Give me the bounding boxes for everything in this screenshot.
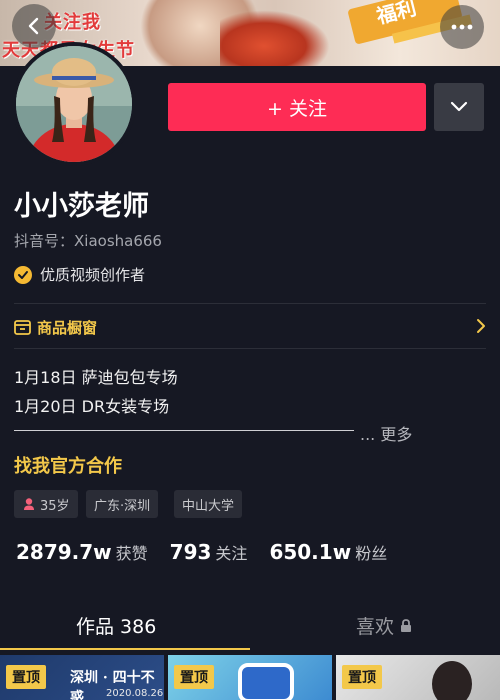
video-date: 2020.08.26 [106, 688, 164, 699]
official-cooperation-link[interactable]: 找我官方合作 [14, 452, 122, 478]
pinned-badge: 置顶 [174, 665, 214, 689]
chevron-left-icon [28, 17, 39, 35]
chevron-right-icon [477, 319, 485, 333]
tag-age: 35岁 [14, 490, 78, 518]
following-label[interactable]: 关注 [215, 540, 247, 564]
tab-likes-label: 喜欢 [356, 616, 395, 638]
shop-window-row[interactable]: 商品橱窗 [14, 316, 488, 338]
tag-school: 中山大学 [174, 490, 243, 518]
tag-location-label: 广东·深圳 [94, 498, 151, 514]
bio-separator-line [14, 430, 354, 431]
tag-age-label: 35岁 [40, 498, 70, 514]
followers-label[interactable]: 粉丝 [355, 540, 387, 564]
tab-likes[interactable]: 喜欢 [356, 612, 412, 639]
female-icon [24, 498, 34, 510]
video-thumbnail[interactable]: 置顶 深圳 · 四十不惑 2020.08.26 [0, 655, 164, 700]
avatar[interactable] [12, 42, 136, 166]
video-thumbnail-image [432, 661, 472, 700]
back-button[interactable] [12, 4, 56, 48]
recommend-dropdown-button[interactable] [434, 83, 484, 131]
followers-count[interactable]: 650.1w [269, 540, 351, 564]
pinned-badge: 置顶 [6, 665, 46, 689]
profile-stats: 2879.7w 获赞 793 关注 650.1w 粉丝 [16, 540, 409, 564]
profile-name: 小小莎老师 [14, 191, 149, 222]
pinned-badge: 置顶 [342, 665, 382, 689]
shop-window-label: 商品橱窗 [37, 318, 98, 337]
likes-count: 2879.7w [16, 540, 112, 564]
douyin-id[interactable]: 抖音号：Xiaosha666 [14, 230, 162, 251]
active-tab-indicator [0, 648, 250, 650]
video-thumbnail[interactable]: 置顶 [168, 655, 332, 700]
following-count[interactable]: 793 [170, 540, 212, 564]
tag-school-label: 中山大学 [182, 498, 235, 514]
check-badge-icon [14, 265, 32, 284]
chevron-down-icon [450, 101, 468, 112]
divider [14, 303, 486, 304]
follow-button[interactable]: + 关注 [168, 83, 426, 131]
bio-line-1: 1月18日 萨迪包包专场 [14, 368, 178, 387]
likes-label: 获赞 [115, 544, 148, 563]
avatar-image [16, 46, 132, 162]
bio-more-link[interactable]: ... 更多 [360, 421, 412, 445]
shop-window-icon [14, 319, 31, 335]
banner-photo-scooter [220, 10, 330, 66]
more-button[interactable] [440, 5, 484, 49]
creator-verification: 优质视频创作者 [14, 264, 145, 285]
tab-works[interactable]: 作品 386 [76, 612, 156, 639]
video-thumbnail[interactable]: 置顶 [336, 655, 500, 700]
verify-label: 优质视频创作者 [40, 266, 146, 284]
tag-location: 广东·深圳 [86, 490, 159, 518]
lock-icon [401, 618, 412, 632]
more-horizontal-icon [451, 24, 473, 30]
divider [14, 348, 486, 349]
video-thumbnail-image [238, 663, 294, 700]
bio-line-2: 1月20日 DR女装专场 [14, 397, 170, 416]
